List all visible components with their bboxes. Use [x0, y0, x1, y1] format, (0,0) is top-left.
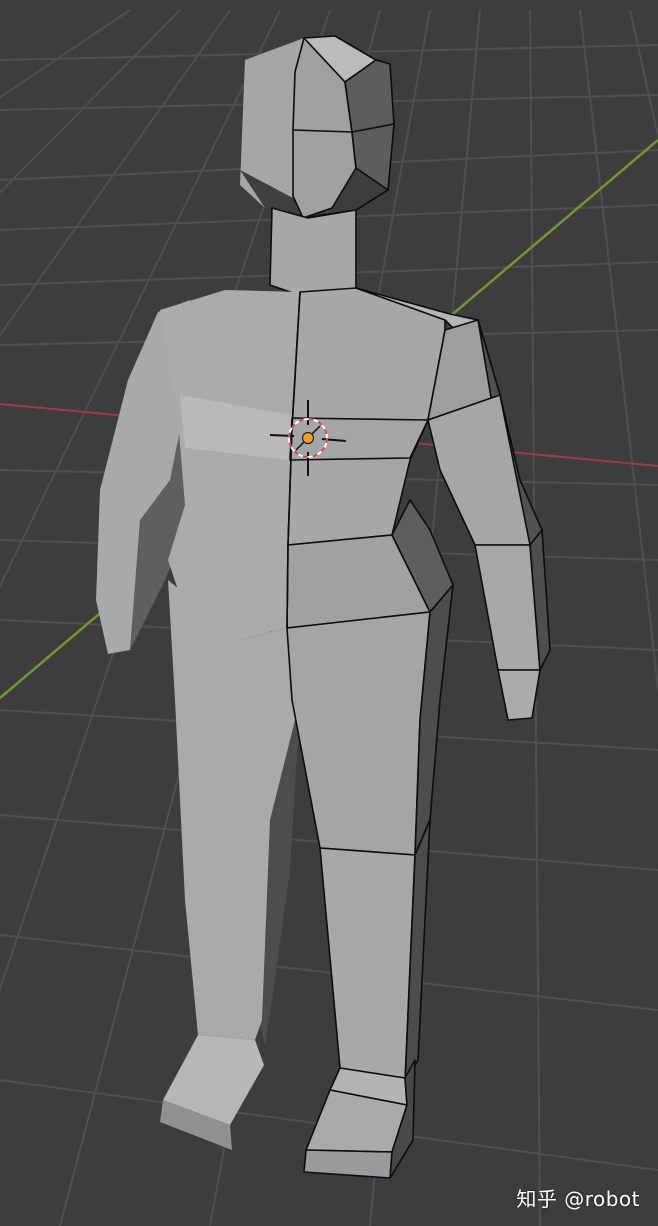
right-shin — [319, 847, 416, 1083]
right-thigh — [286, 611, 431, 856]
right-hand — [497, 669, 541, 721]
object-origin-dot[interactable] — [301, 431, 315, 445]
right-lower-arm — [474, 544, 541, 671]
torso-right — [287, 287, 446, 546]
humanoid-mesh[interactable] — [96, 35, 551, 1179]
neck — [269, 207, 357, 297]
3d-viewport[interactable]: 知乎 @robot — [0, 0, 658, 1226]
viewport-canvas[interactable] — [0, 0, 658, 1226]
watermark-text: 知乎 @robot — [516, 1187, 640, 1211]
right-foot-front — [303, 1149, 393, 1179]
right-forearm-front — [427, 394, 531, 546]
